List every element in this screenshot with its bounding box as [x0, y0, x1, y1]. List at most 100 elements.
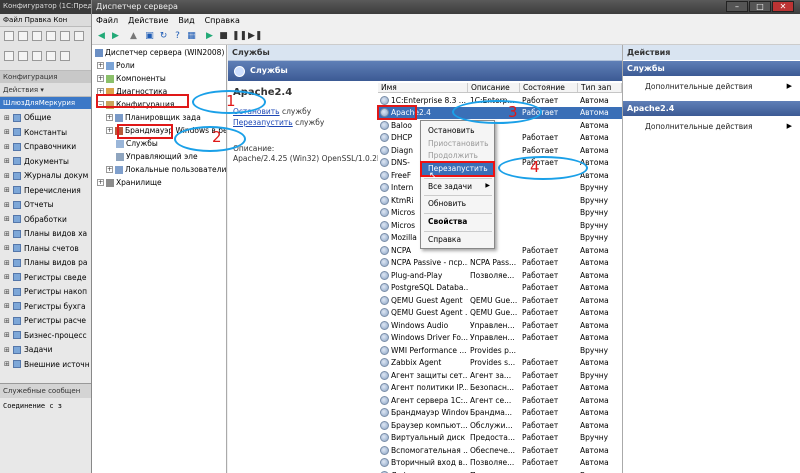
service-row[interactable]: Брандмауэр Windows Брандма... Работает Авто…: [378, 407, 622, 420]
service-row[interactable]: WMI Performance ... Provides p... Вручну: [378, 344, 622, 357]
minimize-button[interactable]: –: [726, 1, 748, 12]
column-state[interactable]: Состояние: [520, 83, 578, 92]
service-row[interactable]: QEMU Guest Agent ... QEMU Gue... Работает А…: [378, 307, 622, 320]
onec-tree-item[interactable]: ⊞ Константы: [0, 124, 91, 139]
expand-icon[interactable]: ⊞: [4, 346, 10, 354]
service-row[interactable]: Mozilla Вручну: [378, 232, 622, 245]
tree-roles[interactable]: + Роли: [97, 60, 135, 71]
menu-action[interactable]: Действие: [128, 16, 168, 27]
copy-icon[interactable]: [60, 31, 70, 41]
refresh-icon[interactable]: ↻: [158, 31, 169, 42]
service-row[interactable]: Вторичный вход в... Позволяе... Работает Ав…: [378, 457, 622, 470]
onec-tree-item[interactable]: ⊞ Журналы докум: [0, 167, 91, 182]
service-row[interactable]: Plug-and-Play Позволяе... Работает Автома: [378, 269, 622, 282]
expand-icon[interactable]: ⊞: [4, 288, 10, 296]
menu-help[interactable]: Справка: [422, 234, 493, 246]
expand-icon[interactable]: ⊞: [4, 259, 10, 267]
column-name[interactable]: Имя: [378, 83, 468, 92]
expand-icon[interactable]: +: [106, 114, 113, 121]
menu-properties[interactable]: Свойства: [422, 216, 493, 228]
menu-refresh[interactable]: Обновить: [422, 198, 493, 210]
service-row[interactable]: QEMU Guest Agent QEMU Gue... Работает Автом…: [378, 294, 622, 307]
tree-scheduler[interactable]: + Планировщик зада: [106, 112, 201, 123]
menu-all-tasks[interactable]: Все задачи: [422, 181, 493, 193]
onec-tree-item[interactable]: ⊞ Регистры накоп: [0, 283, 91, 298]
expand-icon[interactable]: +: [106, 127, 113, 134]
cut-icon[interactable]: [46, 31, 56, 41]
onec-tree-item[interactable]: ⊞ Отчеты: [0, 196, 91, 211]
service-row[interactable]: Windows Driver Fo... Управлен... Работает А…: [378, 332, 622, 345]
stop-icon[interactable]: ■: [218, 31, 229, 42]
find-icon[interactable]: [32, 51, 42, 61]
expand-icon[interactable]: ⊞: [4, 172, 10, 180]
expand-icon[interactable]: ⊞: [4, 244, 10, 252]
service-row[interactable]: Micros Вручну: [378, 219, 622, 232]
onec-tree-item[interactable]: ⊞ Обработки: [0, 211, 91, 226]
service-row[interactable]: Windows Audio Управлен... Работает Автома: [378, 319, 622, 332]
run-icon[interactable]: [60, 51, 70, 61]
service-row[interactable]: NCPA Passive - пср... NCPA Pass... Работае…: [378, 257, 622, 270]
expand-icon[interactable]: ⊞: [4, 273, 10, 281]
expand-icon[interactable]: ⊞: [4, 230, 10, 238]
service-row[interactable]: Intern Вручну: [378, 182, 622, 195]
tree-wmi[interactable]: Управляющий эле: [116, 151, 198, 162]
close-button[interactable]: ✕: [772, 1, 794, 12]
service-row[interactable]: Zabbix Agent Provides s... Работает Автома: [378, 357, 622, 370]
properties-icon[interactable]: ▣: [144, 31, 155, 42]
view-icon[interactable]: ▦: [186, 31, 197, 42]
expand-icon[interactable]: +: [97, 179, 104, 186]
forward-icon[interactable]: ▶: [110, 31, 121, 42]
onec-tree-item[interactable]: ⊞ Документы: [0, 153, 91, 168]
service-row[interactable]: Браузер компьют... Обслужи... Работает Авто…: [378, 419, 622, 432]
pause-icon[interactable]: ❚❚: [232, 31, 247, 42]
actions-group-services[interactable]: Службы: [623, 61, 800, 76]
restart-service-link[interactable]: Перезапустить службу: [233, 118, 324, 127]
expand-icon[interactable]: ⊞: [4, 186, 10, 194]
menu-file[interactable]: Файл: [96, 16, 118, 27]
onec-selected-config[interactable]: ШлюзДляМеркурия: [0, 97, 91, 109]
onec-tree-item[interactable]: ⊞ Перечисления: [0, 182, 91, 197]
onec-tree-item[interactable]: ⊞ Регистры сведе: [0, 269, 91, 284]
paste-icon[interactable]: [74, 31, 84, 41]
expand-icon[interactable]: ⊞: [4, 143, 10, 151]
maximize-button[interactable]: □: [749, 1, 771, 12]
service-row[interactable]: NCPA Работает Автома: [378, 244, 622, 257]
expand-icon[interactable]: ⊞: [4, 215, 10, 223]
column-description[interactable]: Описание: [468, 83, 520, 92]
help-icon[interactable]: ?: [172, 31, 183, 42]
expand-icon[interactable]: ⊞: [4, 317, 10, 325]
expand-icon[interactable]: ⊞: [4, 302, 10, 310]
back-icon[interactable]: ◀: [96, 31, 107, 42]
onec-actions-button[interactable]: Действия ▾: [0, 83, 91, 97]
onec-tree-item[interactable]: ⊞ Справочники: [0, 138, 91, 153]
restart-icon[interactable]: ▶❚: [248, 31, 262, 42]
onec-tree-item[interactable]: ⊞ Регистры расче: [0, 312, 91, 327]
save-icon[interactable]: [32, 31, 42, 41]
start-icon[interactable]: ▶: [204, 31, 215, 42]
expand-icon[interactable]: ⊞: [4, 114, 10, 122]
service-row[interactable]: PostgreSQL Databa... Работает Автома: [378, 282, 622, 295]
expand-icon[interactable]: ⊞: [4, 157, 10, 165]
menu-stop[interactable]: Остановить: [422, 125, 493, 137]
tree-root[interactable]: Диспетчер сервера (WIN2008): [95, 47, 224, 58]
redo-icon[interactable]: [18, 51, 28, 61]
expand-icon[interactable]: ⊞: [4, 331, 10, 339]
service-row[interactable]: Дефрагментация ...Предоста...Вручну: [378, 469, 622, 473]
service-row[interactable]: Виртуальный диск Предоста... Работает Вручн…: [378, 432, 622, 445]
more-actions-apache[interactable]: Дополнительные действия: [645, 122, 753, 131]
service-row[interactable]: Вспомогательная ... Обеспече... Работает Ав…: [378, 444, 622, 457]
column-startup-type[interactable]: Тип зап: [578, 83, 622, 92]
expand-icon[interactable]: ⊞: [4, 201, 10, 209]
onec-menubar[interactable]: Файл Правка Кон: [0, 14, 91, 27]
tree-storage[interactable]: + Хранилище: [97, 177, 162, 188]
onec-tree-item[interactable]: ⊞ Внешние источн: [0, 356, 91, 371]
tree-services[interactable]: Службы: [116, 138, 158, 149]
undo-icon[interactable]: [4, 51, 14, 61]
service-row[interactable]: Агент политики IP... Безопасн... Работает А…: [378, 382, 622, 395]
menu-view[interactable]: Вид: [178, 16, 194, 27]
service-row[interactable]: DHCP Работает Автома: [378, 132, 622, 145]
service-row[interactable]: Агент защиты сет... Агент за... Работает Вр…: [378, 369, 622, 382]
tree-components[interactable]: + Компоненты: [97, 73, 166, 84]
menu-help[interactable]: Справка: [205, 16, 240, 27]
onec-tree-item[interactable]: ⊞ Планы счетов: [0, 240, 91, 255]
